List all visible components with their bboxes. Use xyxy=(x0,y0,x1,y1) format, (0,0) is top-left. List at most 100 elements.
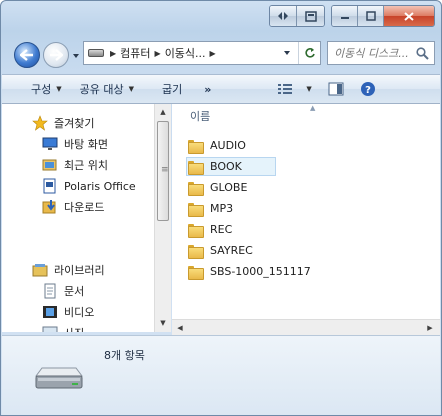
chevron-down-icon xyxy=(284,51,290,55)
nav-item-desktop-label: 바탕 화면 xyxy=(64,138,108,151)
nav-item-recent-places[interactable]: 최근 위치 xyxy=(42,157,108,173)
extra-caption-buttons xyxy=(269,5,325,27)
star-icon xyxy=(32,115,48,131)
folder-icon xyxy=(188,160,204,175)
folder-name: AUDIO xyxy=(210,139,246,152)
share-with-button[interactable]: 공유 대상 ▼ xyxy=(80,81,134,97)
back-button[interactable] xyxy=(14,42,40,68)
nav-favorites[interactable]: 즐겨찾기 xyxy=(32,115,94,131)
search-box[interactable] xyxy=(327,41,435,65)
removable-drive-icon xyxy=(35,367,83,389)
navigation-pane-scrollbar[interactable]: ▲ ≡ ▼ xyxy=(154,104,171,332)
nav-item-pictures-label: 사진 xyxy=(64,325,84,332)
preview-pane-icon xyxy=(328,82,344,96)
share-with-label: 공유 대상 xyxy=(79,83,124,96)
folder-item[interactable]: AUDIO xyxy=(188,136,388,155)
file-pane-horizontal-scrollbar[interactable]: ◀ ▶ xyxy=(172,319,440,335)
chevron-down-icon xyxy=(73,54,79,58)
nav-libraries[interactable]: 라이브러리 xyxy=(32,262,105,278)
scroll-left-icon[interactable]: ◀ xyxy=(172,320,188,335)
back-arrow-icon xyxy=(20,49,33,61)
folder-name: BOOK xyxy=(210,160,242,173)
breadcrumb-removable-disk[interactable]: 이동식... xyxy=(165,45,206,61)
nav-item-polaris-office-label: Polaris Office xyxy=(64,179,136,193)
nav-item-documents[interactable]: 문서 xyxy=(42,283,84,299)
downloads-icon xyxy=(42,199,58,215)
forward-button[interactable] xyxy=(43,42,69,68)
change-view-button[interactable] xyxy=(277,83,293,95)
folder-item[interactable]: SAYREC xyxy=(188,241,388,260)
nav-item-downloads[interactable]: 다운로드 xyxy=(42,199,104,215)
close-button[interactable] xyxy=(384,6,434,26)
folder-item-selected[interactable]: BOOK xyxy=(186,157,276,176)
folder-name: SBS-1000_151117 xyxy=(210,265,311,278)
nav-item-videos-label: 비디오 xyxy=(64,306,95,319)
burn-label: 굽기 xyxy=(162,83,183,96)
folder-item[interactable]: GLOBE xyxy=(188,178,388,197)
chevron-down-icon: ▼ xyxy=(128,85,135,93)
nav-favorites-label: 즐겨찾기 xyxy=(54,117,95,130)
breadcrumb-separator[interactable]: ▶ xyxy=(210,49,216,58)
close-icon xyxy=(404,11,414,21)
folder-icon xyxy=(188,265,204,280)
sort-ascending-icon: ▲ xyxy=(310,104,316,112)
folder-icon xyxy=(188,202,204,217)
organize-label: 구성 xyxy=(31,83,52,96)
address-bar[interactable]: ▶ 컴퓨터 ▶ 이동식... ▶ xyxy=(83,41,321,65)
nav-libraries-label: 라이브러리 xyxy=(54,264,105,277)
folder-icon xyxy=(188,181,204,196)
recent-pages-dropdown[interactable] xyxy=(71,51,81,61)
forward-arrow-icon xyxy=(50,49,63,61)
drive-icon xyxy=(88,49,104,57)
burn-button[interactable]: 굽기 xyxy=(162,81,182,97)
nav-item-polaris-office[interactable]: Polaris Office xyxy=(42,178,136,194)
nav-item-videos[interactable]: 비디오 xyxy=(42,304,94,320)
snap-icon[interactable] xyxy=(270,6,297,26)
desktop-icon xyxy=(42,136,58,152)
scroll-down-icon[interactable]: ▼ xyxy=(155,315,171,331)
column-header-name[interactable]: 이름 xyxy=(190,108,210,124)
nav-item-pictures[interactable]: 사진 xyxy=(42,325,84,332)
preview-pane-button[interactable] xyxy=(328,82,344,96)
folder-item[interactable]: MP3 xyxy=(188,199,388,218)
folder-icon xyxy=(188,139,204,154)
folder-icon xyxy=(188,244,204,259)
folder-icon xyxy=(188,223,204,238)
breadcrumb-separator[interactable]: ▶ xyxy=(155,49,161,58)
explorer-window: ▶ 컴퓨터 ▶ 이동식... ▶ 구성 ▼ 공유 대상 ▼ 굽기 » xyxy=(0,0,442,416)
pictures-icon xyxy=(42,325,58,332)
search-icon[interactable] xyxy=(416,46,429,60)
search-input[interactable] xyxy=(334,46,416,60)
folder-name: GLOBE xyxy=(210,181,248,194)
breadcrumb-separator[interactable]: ▶ xyxy=(110,49,116,58)
scroll-right-icon[interactable]: ▶ xyxy=(422,320,438,335)
more-commands-button[interactable]: » xyxy=(204,83,211,96)
command-bar: 구성 ▼ 공유 대상 ▼ 굽기 » ▼ ? xyxy=(2,74,440,104)
view-options-dropdown[interactable]: ▼ xyxy=(301,85,311,93)
recent-places-icon xyxy=(42,157,58,173)
chevron-down-icon: ▼ xyxy=(56,85,62,93)
grip-icon: ≡ xyxy=(161,165,169,175)
scroll-thumb[interactable]: ≡ xyxy=(157,121,169,221)
library-icon xyxy=(32,262,48,278)
nav-item-desktop[interactable]: 바탕 화면 xyxy=(42,136,108,152)
folder-item[interactable]: REC xyxy=(188,220,388,239)
folder-item[interactable]: SBS-1000_151117 xyxy=(188,262,388,281)
navigation-pane: 즐겨찾기 바탕 화면 최근 위치 Polaris Office 다운로드 라이브… xyxy=(2,104,154,332)
document-icon xyxy=(42,283,58,299)
minimize-button[interactable] xyxy=(332,6,358,26)
refresh-icon xyxy=(304,48,315,58)
help-icon: ? xyxy=(360,82,375,96)
breadcrumb-computer[interactable]: 컴퓨터 xyxy=(120,45,150,61)
maximize-button[interactable] xyxy=(358,6,384,26)
scroll-up-icon[interactable]: ▲ xyxy=(155,104,171,120)
folder-name: MP3 xyxy=(210,202,234,215)
details-view-icon xyxy=(278,84,293,94)
help-button[interactable]: ? xyxy=(360,81,376,97)
pin-icon[interactable] xyxy=(297,6,324,26)
polaris-office-icon xyxy=(42,178,58,194)
address-history-dropdown[interactable] xyxy=(276,42,298,64)
organize-button[interactable]: 구성 ▼ xyxy=(31,81,62,97)
refresh-button[interactable] xyxy=(298,42,320,64)
nav-item-documents-label: 문서 xyxy=(64,285,85,298)
